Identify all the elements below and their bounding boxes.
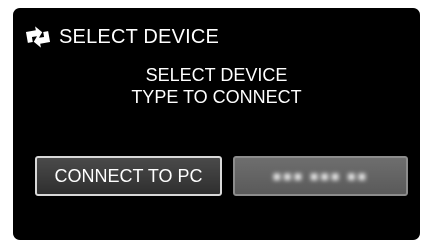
- other-device-label: ■■■ ■■■ ■■: [272, 168, 369, 184]
- other-device-button[interactable]: ■■■ ■■■ ■■: [233, 156, 408, 196]
- usb-connect-icon: [25, 26, 51, 48]
- connect-to-pc-label: CONNECT TO PC: [54, 165, 203, 186]
- instruction-line-2: TYPE TO CONNECT: [131, 87, 302, 107]
- device-select-screen: SELECT DEVICE SELECT DEVICE TYPE TO CONN…: [13, 8, 420, 240]
- header: SELECT DEVICE: [25, 22, 219, 52]
- page-title: SELECT DEVICE: [59, 25, 220, 48]
- instruction-line-1: SELECT DEVICE: [145, 65, 288, 85]
- connect-to-pc-button[interactable]: CONNECT TO PC: [35, 156, 222, 196]
